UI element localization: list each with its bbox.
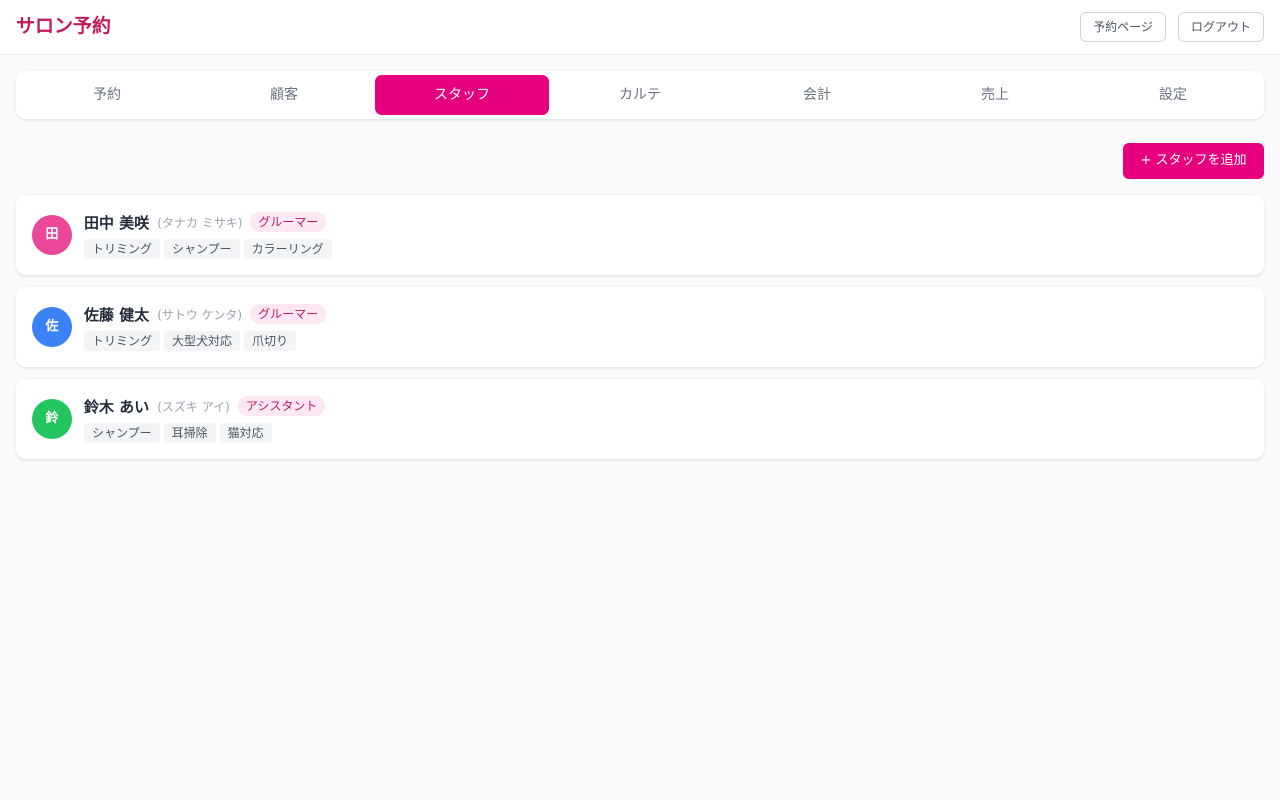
tab-reservations[interactable]: 予約 xyxy=(20,75,194,115)
staff-card[interactable]: 田 田中 美咲 (タナカ ミサキ) グルーマー トリミング シャンプー カラーリ… xyxy=(16,195,1264,275)
skill-tags: トリミング シャンプー カラーリング xyxy=(84,239,336,259)
staff-name: 佐藤 健太 xyxy=(84,305,150,324)
staff-name-row: 田中 美咲 (タナカ ミサキ) グルーマー xyxy=(84,211,327,233)
tab-sales[interactable]: 売上 xyxy=(908,75,1082,115)
logout-button[interactable]: ログアウト xyxy=(1178,12,1264,42)
booking-page-button[interactable]: 予約ページ xyxy=(1080,12,1166,42)
skill-tag: トリミング xyxy=(84,331,161,351)
staff-kana: (スズキ アイ) xyxy=(157,399,230,414)
skill-tags: シャンプー 耳掃除 猫対応 xyxy=(84,423,276,443)
role-badge: アシスタント xyxy=(237,396,326,416)
skill-tag: シャンプー xyxy=(84,423,160,443)
tab-settings[interactable]: 設定 xyxy=(1086,75,1260,115)
staff-card[interactable]: 佐 佐藤 健太 (サトウ ケンタ) グルーマー トリミング 大型犬対応 爪切り xyxy=(16,287,1264,367)
skill-tag: 猫対応 xyxy=(219,423,272,443)
skill-tags: トリミング 大型犬対応 爪切り xyxy=(84,331,300,351)
skill-tag: 大型犬対応 xyxy=(164,331,241,351)
role-badge: グルーマー xyxy=(250,212,327,232)
staff-name: 田中 美咲 xyxy=(84,213,150,232)
main-tab-bar: 予約 顧客 スタッフ カルテ 会計 売上 設定 xyxy=(16,71,1264,119)
tab-staff[interactable]: スタッフ xyxy=(375,75,549,115)
staff-name-row: 佐藤 健太 (サトウ ケンタ) グルーマー xyxy=(84,303,327,325)
staff-name-row: 鈴木 あい (スズキ アイ) アシスタント xyxy=(84,395,326,417)
avatar: 佐 xyxy=(32,307,72,347)
tab-checkout[interactable]: 会計 xyxy=(730,75,904,115)
skill-tag: 耳掃除 xyxy=(163,423,216,443)
staff-card[interactable]: 鈴 鈴木 あい (スズキ アイ) アシスタント シャンプー 耳掃除 猫対応 xyxy=(16,379,1264,459)
skill-tag: カラーリング xyxy=(243,239,332,259)
tab-customers[interactable]: 顧客 xyxy=(197,75,371,115)
add-staff-button[interactable]: + スタッフを追加 xyxy=(1123,143,1264,179)
app-header: サロン予約 予約ページ ログアウト xyxy=(0,0,1280,55)
role-badge: グルーマー xyxy=(250,304,327,324)
avatar: 鈴 xyxy=(32,399,72,439)
skill-tag: 爪切り xyxy=(244,331,297,351)
app-title: サロン予約 xyxy=(16,15,112,37)
tab-karte[interactable]: カルテ xyxy=(553,75,727,115)
skill-tag: シャンプー xyxy=(164,239,240,259)
avatar: 田 xyxy=(32,215,72,255)
staff-kana: (サトウ ケンタ) xyxy=(157,307,243,322)
staff-name: 鈴木 あい xyxy=(84,397,150,416)
skill-tag: トリミング xyxy=(84,239,161,259)
staff-kana: (タナカ ミサキ) xyxy=(157,215,243,230)
